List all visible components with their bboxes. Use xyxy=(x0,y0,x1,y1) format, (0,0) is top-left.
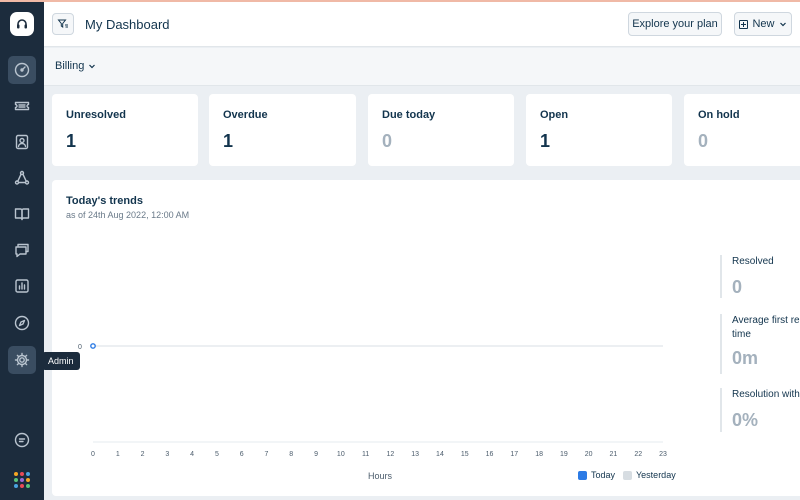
page-title: My Dashboard xyxy=(85,17,170,32)
stat-value: 1 xyxy=(66,131,77,151)
x-tick-label: 6 xyxy=(240,451,244,458)
compass-icon xyxy=(14,315,30,331)
x-tick-label: 3 xyxy=(165,451,169,458)
stat-card-open[interactable]: Open 1 xyxy=(526,94,672,166)
sidebar-item-solutions[interactable] xyxy=(8,200,36,228)
metric-resolution-within-sla: Resolution with 0% xyxy=(720,388,800,432)
stat-card-due-today[interactable]: Due today 0 xyxy=(368,94,514,166)
todays-trends-panel: Today's trends as of 24th Aug 2022, 12:0… xyxy=(52,180,800,496)
legend-label: Today xyxy=(591,470,616,480)
x-tick-label: 15 xyxy=(461,451,469,458)
stat-label: On hold xyxy=(698,109,740,121)
contacts-icon xyxy=(15,134,29,150)
x-tick-label: 19 xyxy=(560,451,568,458)
metric-label: Resolved xyxy=(732,256,774,267)
legend-swatch-yesterday xyxy=(623,470,632,480)
metric-value: 0 xyxy=(732,277,743,297)
new-button[interactable]: New xyxy=(734,12,792,36)
stat-card-on-hold[interactable]: On hold 0 xyxy=(684,94,800,166)
filter-toggle-button[interactable] xyxy=(52,13,74,35)
x-tick-label: 5 xyxy=(215,451,219,458)
metric-label-line2: time xyxy=(732,329,751,340)
app-logo[interactable] xyxy=(10,12,34,36)
x-tick-label: 9 xyxy=(314,451,318,458)
x-tick-label: 12 xyxy=(386,451,394,458)
y-tick-label: 0 xyxy=(78,344,82,351)
x-tick-label: 13 xyxy=(411,451,419,458)
sidebar-item-analytics[interactable] xyxy=(8,309,36,337)
stat-value: 1 xyxy=(540,131,551,151)
top-header: My Dashboard Explore your plan New xyxy=(44,2,800,47)
group-filter-bar: Billing xyxy=(44,48,800,86)
x-tick-label: 20 xyxy=(585,451,593,458)
x-tick-label: 18 xyxy=(535,451,543,458)
new-button-label: New xyxy=(752,18,775,30)
stat-card-overdue[interactable]: Overdue 1 xyxy=(209,94,356,166)
sidebar-item-admin[interactable] xyxy=(8,346,36,374)
stat-value: 1 xyxy=(223,131,234,151)
legend-yesterday[interactable]: Yesterday xyxy=(623,470,676,480)
metric-label: Average first re xyxy=(732,315,800,326)
plus-icon xyxy=(739,19,749,29)
x-axis-title: Hours xyxy=(368,471,393,481)
admin-tooltip: Admin xyxy=(38,352,80,370)
group-dropdown[interactable]: Billing xyxy=(55,60,96,72)
x-tick-label: 0 xyxy=(91,451,95,458)
legend-label: Yesterday xyxy=(636,470,676,480)
x-tick-label: 21 xyxy=(610,451,618,458)
group-dropdown-label: Billing xyxy=(55,60,85,72)
x-tick-label: 10 xyxy=(337,451,345,458)
stat-label: Unresolved xyxy=(66,109,126,121)
metric-value: 0m xyxy=(732,348,759,368)
filter-icon xyxy=(57,19,68,28)
book-icon xyxy=(14,208,30,221)
today-data-point xyxy=(90,343,96,349)
stat-label: Open xyxy=(540,109,569,121)
stat-label: Due today xyxy=(382,109,436,121)
tickets-icon xyxy=(14,101,30,111)
sidebar-item-reports[interactable] xyxy=(8,272,36,300)
dashboard-icon xyxy=(14,62,30,78)
sidebar-item-chat[interactable] xyxy=(8,426,36,454)
top-accent-line xyxy=(0,0,800,2)
x-tick-label: 23 xyxy=(659,451,667,458)
reports-icon xyxy=(15,279,29,293)
stat-value: 0 xyxy=(698,131,709,151)
stat-value: 0 xyxy=(382,131,393,151)
x-tick-label: 2 xyxy=(141,451,145,458)
metric-value: 0% xyxy=(732,410,759,430)
metric-label: Resolution with xyxy=(732,389,800,400)
social-icon xyxy=(14,170,30,185)
explore-plan-button[interactable]: Explore your plan xyxy=(628,12,722,36)
stat-label: Overdue xyxy=(223,109,268,121)
headset-icon xyxy=(17,19,27,29)
sidebar: Admin xyxy=(0,0,80,500)
sidebar-item-social[interactable] xyxy=(8,164,36,192)
x-tick-label: 11 xyxy=(362,451,369,458)
sidebar-item-forums[interactable] xyxy=(8,236,36,264)
metric-resolved: Resolved 0 xyxy=(720,255,800,298)
legend-swatch-today xyxy=(578,470,587,480)
sidebar-item-contacts[interactable] xyxy=(8,128,36,156)
x-tick-label: 22 xyxy=(634,451,642,458)
x-tick-label: 8 xyxy=(289,451,293,458)
x-tick-label: 17 xyxy=(510,451,518,458)
x-tick-label: 4 xyxy=(190,451,194,458)
legend-today[interactable]: Today xyxy=(578,470,615,480)
x-tick-label: 16 xyxy=(486,451,494,458)
chevron-down-icon xyxy=(89,64,96,69)
x-tick-label: 14 xyxy=(436,451,444,458)
chat-icon xyxy=(14,432,30,448)
stat-card-unresolved[interactable]: Unresolved 1 xyxy=(52,94,198,166)
forums-icon xyxy=(15,243,29,258)
x-tick-label: 1 xyxy=(116,451,120,458)
x-tick-label: 7 xyxy=(265,451,269,458)
chevron-down-icon xyxy=(779,22,786,27)
sidebar-item-tickets[interactable] xyxy=(8,92,36,120)
trends-chart: 00 1 2 3 4 5 6 7 8 9 10 11 12 13 14 15 16 17 18 19 20 21 22 23H… xyxy=(78,343,667,481)
metric-avg-first-response: Average first re time 0m xyxy=(720,314,800,374)
gear-icon xyxy=(14,352,30,368)
app-switcher-icon[interactable] xyxy=(14,472,30,488)
sidebar-item-dashboard[interactable] xyxy=(8,56,36,84)
